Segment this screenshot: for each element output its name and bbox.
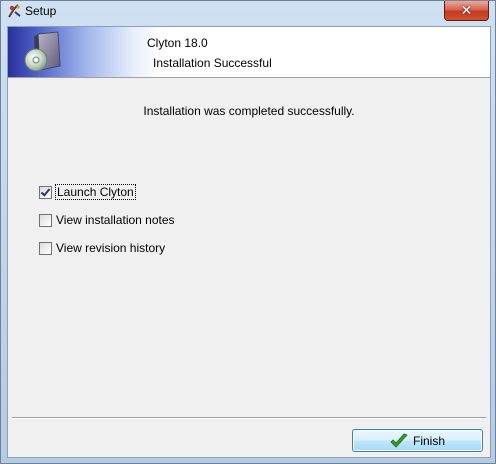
revision-history-checkbox[interactable]	[39, 241, 52, 255]
dialog-body: Clyton 18.0 Installation Successful Inst…	[7, 26, 491, 458]
completion-message: Installation was completed successfully.	[143, 104, 355, 118]
finish-label: Finish	[412, 433, 445, 448]
product-name: Clyton 18.0	[147, 36, 208, 50]
installation-notes-checkbox[interactable]	[39, 213, 52, 227]
software-box-cd-icon	[22, 30, 66, 74]
window-title: Setup	[25, 4, 57, 18]
header-subtitle: Installation Successful	[153, 56, 272, 70]
footer-separator	[12, 417, 486, 419]
setup-window: Setup ✕ Clyton 18.0 Installation Success…	[0, 0, 496, 464]
option-launch-clyton[interactable]: Launch Clyton	[39, 184, 136, 200]
launch-checkbox[interactable]	[39, 185, 52, 199]
launch-label[interactable]: Launch Clyton	[55, 184, 136, 200]
installation-notes-label[interactable]: View installation notes	[56, 213, 175, 227]
revision-history-label[interactable]: View revision history	[56, 241, 165, 255]
close-button[interactable]: ✕	[444, 1, 489, 21]
option-view-revision-history[interactable]: View revision history	[39, 240, 165, 256]
option-view-installation-notes[interactable]: View installation notes	[39, 212, 175, 228]
green-checkmark-icon	[390, 433, 408, 449]
wizard-header: Clyton 18.0 Installation Successful	[8, 27, 490, 78]
setup-app-icon	[6, 3, 22, 19]
close-icon: ✕	[460, 2, 473, 19]
title-bar[interactable]: Setup ✕	[1, 1, 495, 22]
finish-button[interactable]: Finish	[352, 429, 483, 452]
